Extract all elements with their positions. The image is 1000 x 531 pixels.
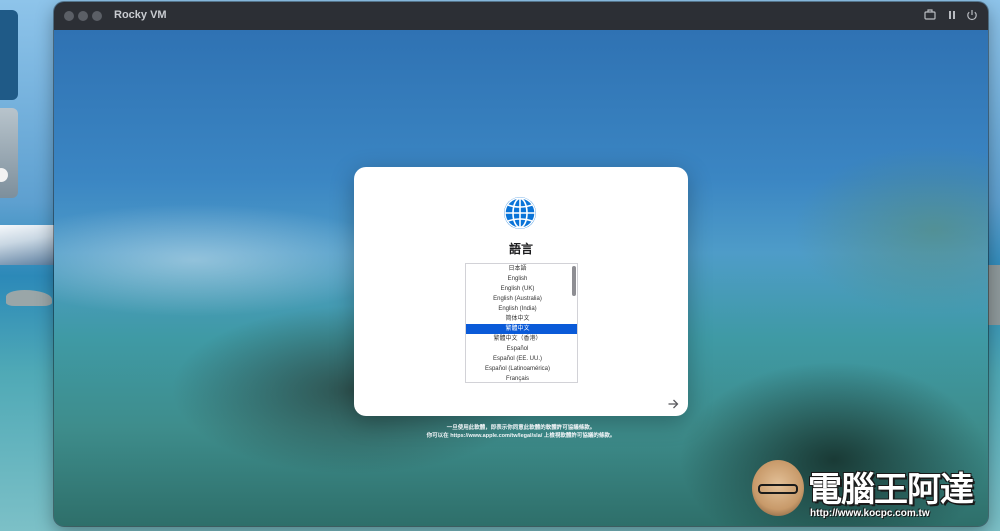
vm-window: Rocky VM 語言 日本語 English English (UK) Eng…: [54, 2, 988, 526]
language-list[interactable]: 日本語 English English (UK) English (Australia…: [465, 263, 578, 383]
power-icon[interactable]: [964, 8, 980, 24]
title-bar: Rocky VM: [54, 2, 988, 30]
mascot-glasses: [758, 484, 798, 494]
window-title: Rocky VM: [114, 9, 167, 21]
language-option[interactable]: Español (Latinoamérica): [466, 364, 577, 374]
desktop-rock: [6, 290, 52, 306]
desktop-thumbnail[interactable]: [0, 108, 18, 198]
minimize-window-button[interactable]: [78, 11, 88, 21]
language-option[interactable]: English (UK): [466, 284, 577, 294]
zoom-window-button[interactable]: [92, 11, 102, 21]
desktop-mountain: [0, 225, 54, 265]
language-option[interactable]: 繁體中文（香港）: [466, 334, 577, 344]
watermark-url: http://www.kocpc.com.tw: [810, 508, 930, 519]
license-notice-line2: 你可以在 https://www.apple.com/tw/legal/sla/…: [426, 433, 616, 439]
close-window-button[interactable]: [64, 11, 74, 21]
language-option[interactable]: English (Australia): [466, 294, 577, 304]
site-watermark: 電腦王阿達 http://www.kocpc.com.tw: [752, 458, 992, 526]
license-notice-line1: 一旦使用此軟體，即表示你同意此軟體的軟體許可協議條款。: [446, 425, 596, 431]
desktop-rock-right: [988, 265, 1000, 325]
language-option[interactable]: Español (EE. UU.): [466, 354, 577, 364]
license-notice: 一旦使用此軟體，即表示你同意此軟體的軟體許可協議條款。 你可以在 https:/…: [354, 424, 688, 440]
arrow-right-icon[interactable]: [667, 398, 679, 412]
language-dialog: 語言 日本語 English English (UK) English (Austra…: [354, 167, 688, 416]
language-option[interactable]: English (India): [466, 304, 577, 314]
language-option[interactable]: Français: [466, 374, 577, 382]
language-option[interactable]: 繁體中文: [466, 324, 577, 334]
dialog-title: 語言: [508, 242, 533, 256]
language-option[interactable]: Español: [466, 344, 577, 354]
screenshot-icon[interactable]: [922, 8, 938, 24]
watermark-mascot: [752, 460, 804, 516]
globe-icon: [504, 197, 536, 229]
language-option[interactable]: 简体中文: [466, 314, 577, 324]
pause-icon[interactable]: [944, 8, 960, 24]
language-option[interactable]: English: [466, 274, 577, 284]
language-option[interactable]: 日本語: [466, 264, 577, 274]
guest-screen: 語言 日本語 English English (UK) English (Austra…: [54, 30, 988, 526]
scrollbar-thumb[interactable]: [572, 266, 576, 296]
watermark-title: 電腦王阿達: [808, 470, 974, 510]
desktop-widget[interactable]: [0, 10, 18, 100]
